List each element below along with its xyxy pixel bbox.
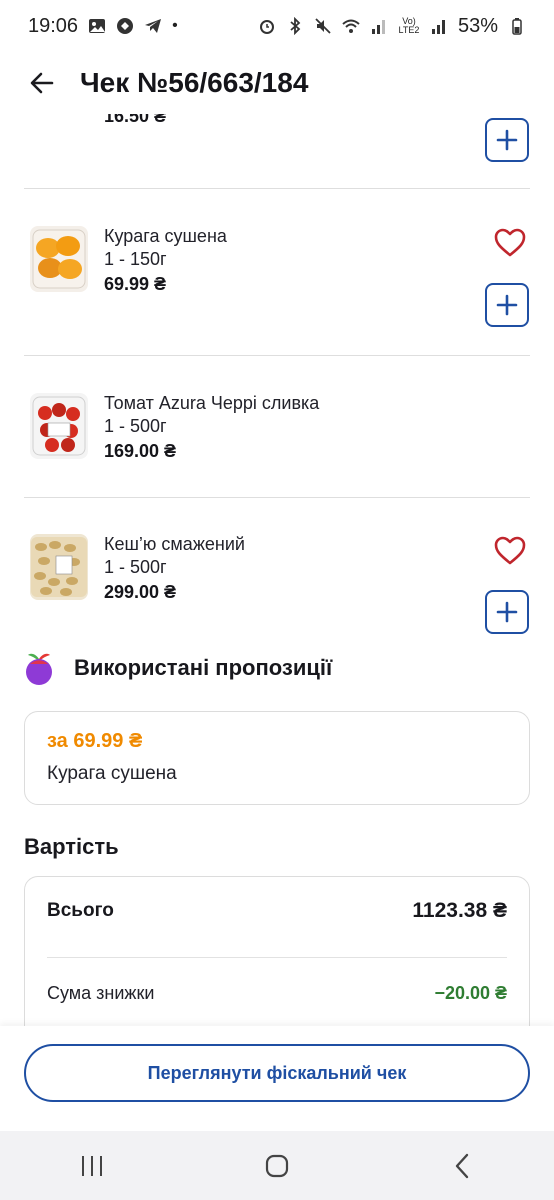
status-right: Vo) LTE2 53% <box>258 15 526 38</box>
telegram-icon <box>145 19 162 33</box>
back-arrow-icon <box>30 72 54 94</box>
offer-name: Курага сушена <box>47 763 177 784</box>
partial-price: 16.50 ₴ <box>104 114 167 126</box>
sync-icon <box>117 18 134 34</box>
app-bar: Чек №56/663/184 <box>0 52 554 114</box>
home-button[interactable] <box>247 1141 307 1191</box>
total-row: Всього 1123.38 ₴ <box>47 899 507 923</box>
signal-icon <box>371 20 385 34</box>
plus-icon <box>496 294 518 316</box>
view-fiscal-receipt-button[interactable]: Переглянути фіскальний чек <box>24 1044 530 1102</box>
recent-apps-icon <box>82 1155 103 1176</box>
status-bar: 19:06 • Vo) LTE2 53% <box>0 0 554 52</box>
network-label: Vo) LTE2 <box>398 16 420 35</box>
page-title: Чек №56/663/184 <box>80 67 309 98</box>
back-button[interactable] <box>22 63 62 103</box>
product-price: 299.00 ₴ <box>104 582 177 602</box>
plus-icon <box>496 601 518 623</box>
dot-icon: • <box>172 17 178 34</box>
add-button[interactable] <box>485 590 529 634</box>
product-quantity: 1 - 150г <box>104 249 167 269</box>
signal-2-icon <box>431 20 445 34</box>
offers-title: Використані пропозиції <box>74 655 333 680</box>
product-image-apricot <box>30 226 88 292</box>
list-item[interactable]: Томат Azura Черрі сливка 1 - 500г 169.00… <box>0 356 554 496</box>
system-nav-bar <box>0 1131 554 1200</box>
list-item[interactable]: Кеш’ю смажений 1 - 500г 299.00 ₴ <box>0 498 554 638</box>
fruit-logo-icon <box>26 653 52 685</box>
list-item[interactable]: Курага сушена 1 - 150г 69.99 ₴ <box>0 189 554 355</box>
product-quantity: 1 - 500г <box>104 557 167 577</box>
divider <box>47 957 507 958</box>
status-time: 19:06 <box>28 14 79 37</box>
total-value: 1123.38 ₴ <box>412 899 507 922</box>
product-image-tomato <box>30 393 88 459</box>
battery-icon <box>512 18 522 35</box>
total-label: Всього <box>47 900 114 921</box>
bottom-action-bar: Переглянути фіскальний чек <box>0 1026 554 1131</box>
alarm-icon <box>259 20 274 34</box>
recent-apps-button[interactable] <box>62 1141 122 1191</box>
heart-icon[interactable] <box>494 228 526 258</box>
heart-icon[interactable] <box>494 536 526 566</box>
product-name: Томат Azura Черрі сливка <box>104 393 320 413</box>
product-price: 169.00 ₴ <box>104 441 177 461</box>
product-image-cashew <box>30 534 88 600</box>
wifi-icon <box>342 19 360 33</box>
discount-label: Сума знижки <box>47 983 155 1003</box>
battery-percent: 53% <box>457 14 498 37</box>
plus-icon <box>496 129 518 151</box>
status-left: 19:06 • <box>28 15 178 38</box>
offers-header: Використані пропозиції <box>22 650 332 686</box>
add-button[interactable] <box>485 118 529 162</box>
discount-row: Сума знижки −20.00 ₴ <box>47 983 507 1004</box>
product-info: Томат Azura Черрі сливка 1 - 500г 169.00… <box>104 392 319 462</box>
product-info: Курага сушена 1 - 150г 69.99 ₴ <box>104 225 227 295</box>
gallery-icon <box>89 19 106 33</box>
product-info: Кеш’ю смажений 1 - 500г 299.00 ₴ <box>104 533 245 603</box>
bluetooth-icon <box>290 17 301 35</box>
receipt-content[interactable]: 16.50 ₴ Курага сушена 1 - 150г 69.99 ₴ Т… <box>0 114 554 1026</box>
back-nav-button[interactable] <box>432 1141 492 1191</box>
offer-price: за 69.99 ₴ <box>47 730 143 752</box>
product-name: Кеш’ю смажений <box>104 534 245 554</box>
home-icon <box>265 1154 289 1177</box>
offer-card[interactable]: за 69.99 ₴ Курага сушена <box>24 711 530 805</box>
product-name: Курага сушена <box>104 226 227 246</box>
product-price: 69.99 ₴ <box>104 274 167 294</box>
back-nav-icon <box>455 1153 468 1178</box>
cost-title: Вартість <box>24 834 119 859</box>
mute-icon <box>315 18 331 34</box>
add-button[interactable] <box>485 283 529 327</box>
cost-card: Всього 1123.38 ₴ Сума знижки −20.00 ₴ <box>24 876 530 1026</box>
discount-value: −20.00 ₴ <box>434 983 507 1003</box>
product-quantity: 1 - 500г <box>104 416 167 436</box>
